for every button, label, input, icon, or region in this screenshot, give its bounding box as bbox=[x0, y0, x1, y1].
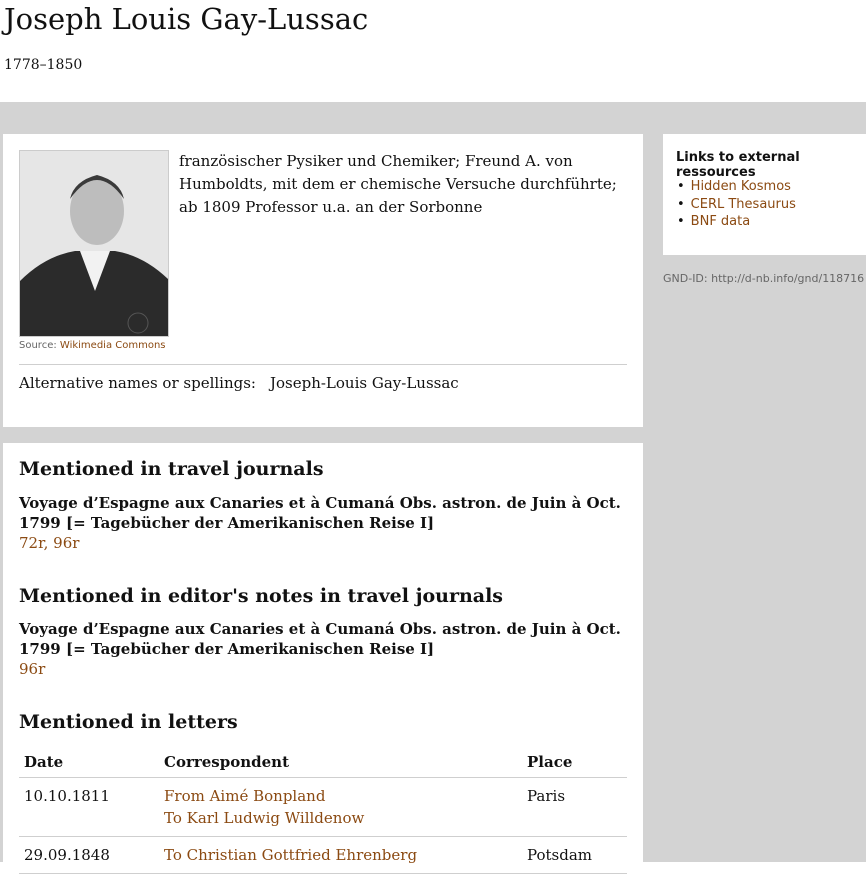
letter-correspondent: To Christian Gottfried Ehrenberg bbox=[159, 836, 522, 874]
letter-place: Paris bbox=[522, 777, 627, 837]
correspondent-link[interactable]: To Christian Gottfried Ehrenberg bbox=[164, 844, 517, 866]
image-source-label: Source: bbox=[19, 340, 57, 351]
list-item: Hidden Kosmos bbox=[688, 178, 796, 196]
divider bbox=[19, 364, 627, 365]
lifespan: 1778–1850 bbox=[4, 57, 83, 73]
alternative-names: Alternative names or spellings: Joseph-Lo… bbox=[19, 374, 459, 392]
alt-names-label: Alternative names or spellings: bbox=[19, 374, 256, 392]
wikimedia-commons-link[interactable]: Wikimedia Commons bbox=[60, 340, 166, 351]
editor-journal-title: Voyage d’Espagne aux Canaries et à Cuman… bbox=[19, 620, 621, 658]
alt-names-value: Joseph-Louis Gay-Lussac bbox=[269, 374, 459, 392]
external-links-card: Links to external ressources Hidden Kosm… bbox=[663, 134, 866, 255]
portrait-image[interactable] bbox=[19, 150, 169, 337]
mentions-card: Mentioned in travel journals Voyage d’Es… bbox=[3, 443, 643, 874]
travel-journals-title: Mentioned in travel journals bbox=[19, 458, 324, 480]
hidden-kosmos-link[interactable]: Hidden Kosmos bbox=[691, 179, 791, 194]
letter-place: Potsdam bbox=[522, 836, 627, 874]
correspondent-header: Correspondent bbox=[159, 747, 522, 778]
gnd-id: GND-ID: http://d-nb.info/gnd/118716 bbox=[663, 272, 865, 285]
page-header: Joseph Louis Gay-Lussac 1778–1850 bbox=[0, 0, 866, 102]
letters-header-row: Date Correspondent Place bbox=[19, 747, 627, 778]
table-row: 29.09.1848 To Christian Gottfried Ehrenb… bbox=[19, 836, 627, 874]
travel-journal-pages: 72r, 96r bbox=[19, 534, 80, 552]
travel-journal-title: Voyage d’Espagne aux Canaries et à Cuman… bbox=[19, 494, 621, 532]
letter-correspondent: From Aimé Bonpland To Karl Ludwig Willde… bbox=[159, 777, 522, 837]
letter-date: 29.09.1848 bbox=[19, 836, 159, 874]
letter-date: 10.10.1811 bbox=[19, 777, 159, 837]
person-description: französischer Pysiker und Chemiker; Freu… bbox=[179, 152, 617, 216]
external-links-title: Links to external ressources bbox=[676, 150, 800, 180]
page-link[interactable]: 96r bbox=[19, 660, 45, 678]
list-item: BNF data bbox=[688, 213, 796, 231]
editor-notes-title: Mentioned in editor's notes in travel jo… bbox=[19, 585, 504, 607]
letters-title: Mentioned in letters bbox=[19, 711, 238, 733]
letters-table: Date Correspondent Place 10.10.1811 From… bbox=[19, 747, 627, 874]
page-link[interactable]: 72r bbox=[19, 534, 44, 552]
correspondent-link[interactable]: From Aimé Bonpland bbox=[164, 785, 517, 807]
external-links-list: Hidden Kosmos CERL Thesaurus BNF data bbox=[688, 178, 796, 231]
place-header: Place bbox=[522, 747, 627, 778]
page-link[interactable]: 96r bbox=[53, 534, 79, 552]
page-title: Joseph Louis Gay-Lussac bbox=[4, 2, 369, 36]
person-card: Source: Wikimedia Commons französischer … bbox=[3, 134, 643, 427]
table-row: 10.10.1811 From Aimé Bonpland To Karl Lu… bbox=[19, 777, 627, 837]
correspondent-link[interactable]: To Karl Ludwig Willdenow bbox=[164, 807, 517, 829]
image-source: Source: Wikimedia Commons bbox=[19, 340, 166, 351]
cerl-thesaurus-link[interactable]: CERL Thesaurus bbox=[691, 197, 796, 212]
editor-journal-pages: 96r bbox=[19, 660, 45, 678]
list-item: CERL Thesaurus bbox=[688, 196, 796, 214]
date-header: Date bbox=[19, 747, 159, 778]
bnf-data-link[interactable]: BNF data bbox=[691, 214, 751, 229]
